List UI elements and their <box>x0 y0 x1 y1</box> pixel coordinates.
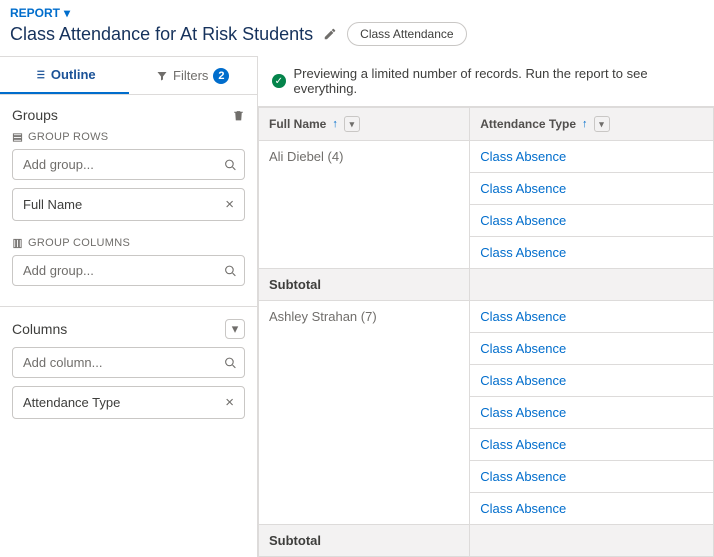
attendance-cell[interactable]: Class Absence <box>470 429 714 461</box>
search-icon <box>224 356 237 369</box>
add-column-input[interactable] <box>12 347 245 378</box>
table-row: Ashley Strahan (7)Class Absence <box>259 301 714 333</box>
filter-icon <box>156 70 168 82</box>
attendance-cell[interactable]: Class Absence <box>470 205 714 237</box>
group-rows-input[interactable] <box>12 149 245 180</box>
subtotal-row: Subtotal <box>259 525 714 557</box>
list-icon <box>33 68 46 81</box>
rows-icon <box>12 132 23 143</box>
group-name-cell: Ali Diebel (4) <box>259 141 470 269</box>
attendance-cell[interactable]: Class Absence <box>470 173 714 205</box>
col-header-full-name[interactable]: Full Name ↑ ▾ <box>259 108 470 141</box>
group-row-chip[interactable]: Full Name × <box>12 188 245 221</box>
group-row-chip-label: Full Name <box>23 197 82 212</box>
groups-title: Groups <box>12 107 58 123</box>
col-header-attendance-type[interactable]: Attendance Type ↑ ▾ <box>470 108 714 141</box>
columns-icon <box>12 238 23 249</box>
report-type-label[interactable]: REPORT ▾ <box>10 6 704 20</box>
group-columns-input[interactable] <box>12 255 245 286</box>
page-title: Class Attendance for At Risk Students <box>10 24 313 45</box>
close-icon[interactable]: × <box>225 394 234 411</box>
preview-notice: ✓ Previewing a limited number of records… <box>258 56 714 107</box>
tab-filters-label: Filters <box>173 68 208 83</box>
table-row: Ali Diebel (4)Class Absence <box>259 141 714 173</box>
pencil-icon[interactable] <box>323 27 337 41</box>
group-rows-subhead: GROUP ROWS <box>12 131 245 143</box>
attendance-cell[interactable]: Class Absence <box>470 397 714 429</box>
attendance-cell[interactable]: Class Absence <box>470 301 714 333</box>
column-chip-label: Attendance Type <box>23 395 120 410</box>
attendance-cell[interactable]: Class Absence <box>470 333 714 365</box>
group-name-cell: Ashley Strahan (7) <box>259 301 470 525</box>
close-icon[interactable]: × <box>225 196 234 213</box>
attendance-cell[interactable]: Class Absence <box>470 141 714 173</box>
filter-count-badge: 2 <box>213 68 229 84</box>
caret-down-icon: ▾ <box>64 6 70 20</box>
columns-menu-button[interactable]: ▾ <box>225 319 245 339</box>
columns-title: Columns <box>12 321 67 337</box>
chevron-down-icon[interactable]: ▾ <box>594 116 610 132</box>
attendance-cell[interactable]: Class Absence <box>470 365 714 397</box>
report-type-text: REPORT <box>10 6 60 20</box>
search-icon <box>224 264 237 277</box>
sort-up-icon: ↑ <box>582 118 588 130</box>
trash-icon[interactable] <box>232 109 245 122</box>
check-icon: ✓ <box>272 74 286 88</box>
tab-outline[interactable]: Outline <box>0 57 129 94</box>
tab-outline-label: Outline <box>51 67 96 82</box>
column-chip[interactable]: Attendance Type × <box>12 386 245 419</box>
chevron-down-icon[interactable]: ▾ <box>344 116 360 132</box>
attendance-cell[interactable]: Class Absence <box>470 237 714 269</box>
sort-up-icon: ↑ <box>332 118 338 130</box>
attendance-cell[interactable]: Class Absence <box>470 493 714 525</box>
attendance-cell[interactable]: Class Absence <box>470 461 714 493</box>
search-icon <box>224 158 237 171</box>
group-columns-subhead: GROUP COLUMNS <box>12 237 245 249</box>
report-table: Full Name ↑ ▾ Attendance Type ↑ ▾ Al <box>258 107 714 557</box>
tab-filters[interactable]: Filters 2 <box>129 57 258 94</box>
report-type-pill[interactable]: Class Attendance <box>347 22 466 46</box>
subtotal-row: Subtotal <box>259 269 714 301</box>
